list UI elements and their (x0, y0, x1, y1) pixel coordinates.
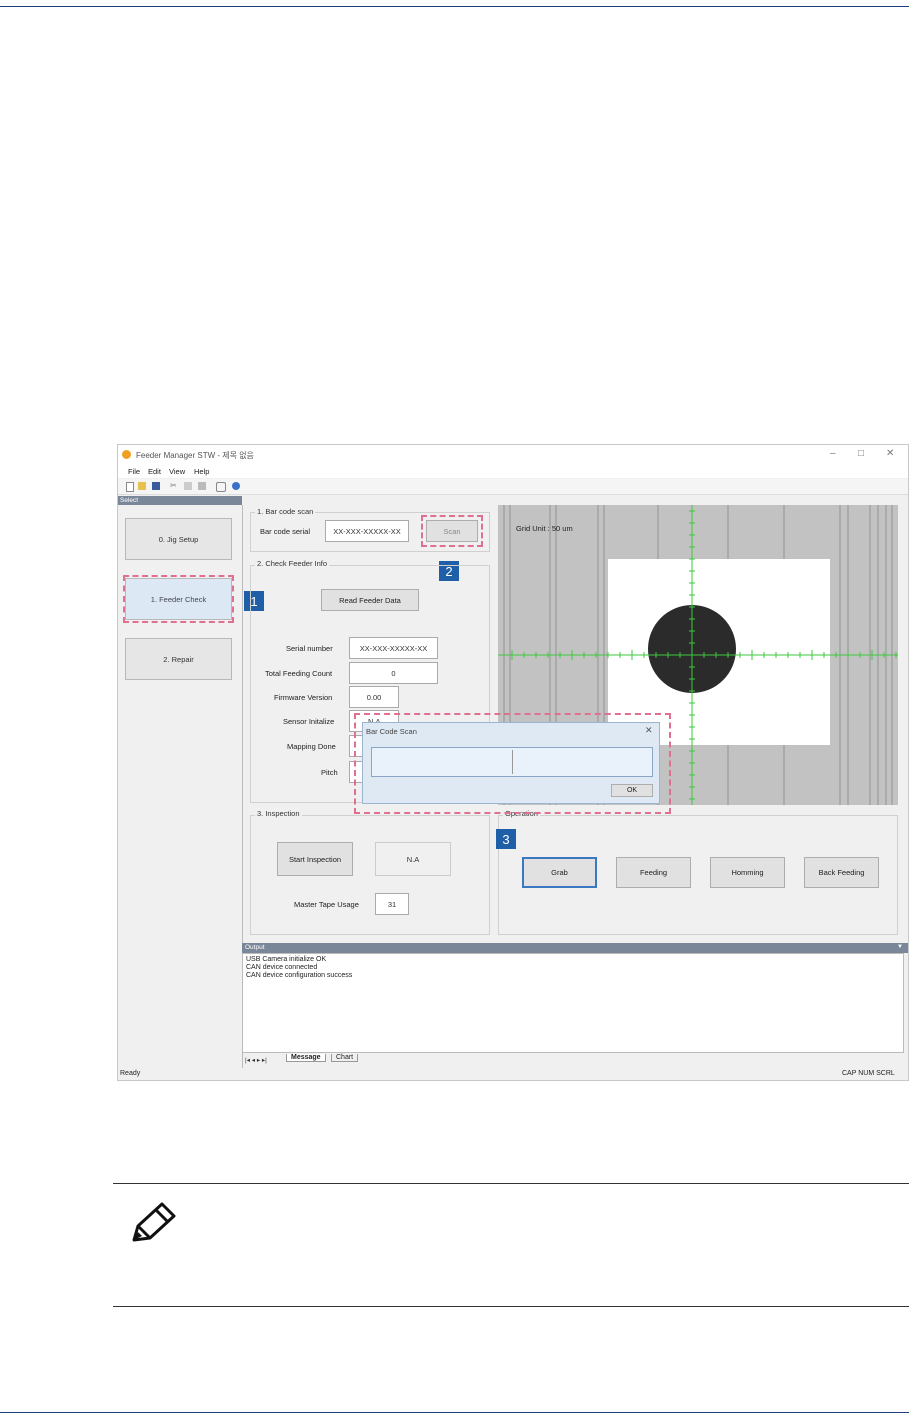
total-feeding-count-field[interactable]: 0 (349, 662, 438, 684)
app-window: Feeder Manager STW - 제목 없음 – □ ✕ File Ed… (117, 444, 909, 1081)
menu-bar: File Edit View Help (118, 465, 908, 478)
minimize-button[interactable]: – (830, 448, 836, 459)
close-button[interactable]: ✕ (886, 448, 894, 459)
cut-icon[interactable]: ✂ (170, 481, 177, 490)
toolbar: ✂ (118, 479, 908, 495)
log-line: CAN device connected (246, 964, 318, 971)
read-feeder-data-button[interactable]: Read Feeder Data (321, 589, 419, 611)
feeder-info-group-label: 2. Check Feeder Info (255, 559, 330, 568)
start-inspection-button[interactable]: Start Inspection (277, 842, 353, 876)
note-bottom-rule (113, 1306, 909, 1307)
output-panel-header: Output (242, 943, 908, 953)
paste-icon[interactable] (198, 482, 206, 490)
master-tape-usage-label: Master Tape Usage (294, 900, 359, 909)
print-icon[interactable] (216, 482, 226, 492)
total-feeding-count-label: Total Feeding Count (265, 669, 333, 678)
tab-message[interactable]: Message (286, 1054, 326, 1062)
tab-nav-arrows[interactable]: |◂ ◂ ▸ ▸| (245, 1056, 267, 1064)
note-top-rule (113, 1183, 909, 1184)
back-feeding-button[interactable]: Back Feeding (804, 857, 879, 888)
jig-setup-button[interactable]: 0. Jig Setup (125, 518, 232, 560)
new-file-icon[interactable] (126, 482, 134, 492)
homming-button[interactable]: Homming (710, 857, 785, 888)
open-folder-icon[interactable] (138, 482, 146, 490)
scan-highlight (421, 515, 483, 547)
mapping-done-label: Mapping Done (287, 742, 336, 751)
save-icon[interactable] (152, 482, 160, 490)
menu-help[interactable]: Help (194, 467, 209, 476)
pencil-note-icon (132, 1202, 176, 1242)
tab-chart[interactable]: Chart (331, 1054, 359, 1062)
pitch-label: Pitch (321, 768, 338, 777)
select-panel-header: Select (118, 496, 242, 505)
feeding-button[interactable]: Feeding (616, 857, 691, 888)
log-line: CAN device configuration success (246, 972, 353, 979)
page-top-rule (0, 6, 909, 7)
firmware-version-label: Firmware Version (274, 693, 333, 702)
page-bottom-rule (0, 1412, 909, 1413)
inspection-group-label: 3. Inspection (255, 809, 302, 818)
menu-file[interactable]: File (128, 467, 140, 476)
window-title: Feeder Manager STW - 제목 없음 (136, 451, 254, 460)
firmware-version-field[interactable]: 0.00 (349, 686, 399, 708)
repair-button[interactable]: 2. Repair (125, 638, 232, 680)
status-bar: Ready CAP NUM SCRL (118, 1068, 908, 1080)
log-line: USB Camera initialize OK (246, 956, 327, 963)
feeder-check-highlight (123, 575, 234, 623)
title-bar: Feeder Manager STW - 제목 없음 – □ ✕ (118, 445, 908, 465)
app-icon (122, 450, 131, 459)
maximize-button[interactable]: □ (858, 448, 864, 459)
menu-view[interactable]: View (169, 467, 185, 476)
grab-button[interactable]: Grab (522, 857, 597, 888)
status-indicators: CAP NUM SCRL (842, 1070, 895, 1077)
sensor-initialize-label: Sensor Initalize (283, 717, 335, 726)
grid-unit-label: Grid Unit : 50 um (516, 524, 573, 533)
barcode-serial-field[interactable]: XX-XXX-XXXXX-XX (325, 520, 409, 542)
barcode-scan-group-label: 1. Bar code scan (255, 507, 316, 516)
inspection-result-field: N.A (375, 842, 451, 876)
select-panel: 0. Jig Setup 1. Feeder Check 2. Repair (118, 505, 243, 1068)
menu-edit[interactable]: Edit (148, 467, 161, 476)
output-dropdown-icon[interactable]: ▼ (897, 944, 903, 950)
step-badge-3: 3 (496, 829, 516, 849)
barcode-serial-label: Bar code serial (260, 527, 311, 536)
serial-number-label: Serial number (286, 644, 333, 653)
serial-number-field[interactable]: XX-XXX-XXXXX-XX (349, 637, 438, 659)
copy-icon[interactable] (184, 482, 192, 490)
dialog-highlight (354, 713, 671, 814)
master-tape-usage-field[interactable]: 31 (375, 893, 409, 915)
output-log: USB Camera initialize OK CAN device conn… (242, 953, 904, 1053)
help-icon[interactable] (232, 482, 240, 490)
status-ready: Ready (120, 1070, 141, 1077)
